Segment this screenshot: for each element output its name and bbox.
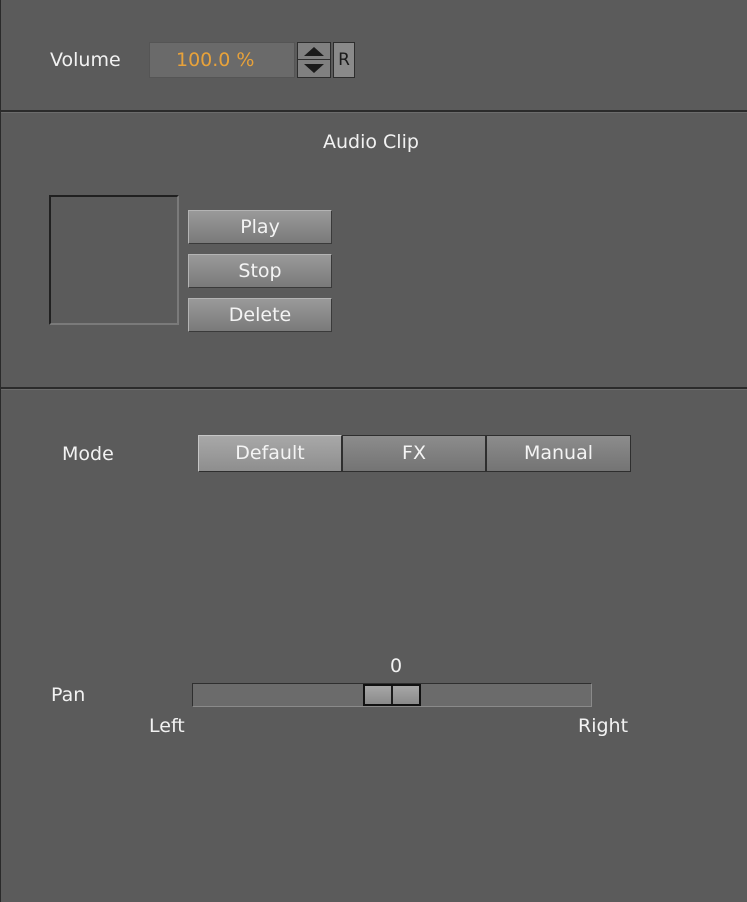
- delete-button[interactable]: Delete: [188, 298, 332, 332]
- section-divider: [1, 110, 747, 113]
- play-button[interactable]: Play: [188, 210, 332, 244]
- pan-right-label: Right: [578, 715, 629, 737]
- volume-value-field[interactable]: 100.0 %: [149, 42, 295, 78]
- triangle-down-icon: [304, 64, 324, 73]
- triangle-up-icon: [304, 46, 324, 56]
- volume-reset-button[interactable]: R: [333, 42, 355, 78]
- mode-label: Mode: [62, 443, 114, 465]
- stop-button[interactable]: Stop: [188, 254, 332, 288]
- pan-label: Pan: [51, 684, 86, 706]
- thumb-grip-icon: [391, 686, 393, 704]
- volume-label: Volume: [50, 49, 121, 71]
- spinner-up-button[interactable]: [298, 43, 330, 60]
- mode-option-default[interactable]: Default: [198, 435, 342, 472]
- mode-option-manual[interactable]: Manual: [486, 435, 631, 472]
- mode-option-fx[interactable]: FX: [342, 435, 486, 472]
- pan-slider-thumb[interactable]: [363, 684, 421, 706]
- pan-left-label: Left: [149, 715, 185, 737]
- audio-clip-title: Audio Clip: [323, 131, 419, 153]
- pan-value: 0: [390, 655, 403, 677]
- spinner-down-button[interactable]: [298, 60, 330, 77]
- section-divider: [1, 387, 747, 390]
- audio-clip-thumbnail[interactable]: [49, 195, 179, 325]
- volume-spinner[interactable]: [297, 42, 331, 78]
- audio-properties-panel: Volume 100.0 % R Audio Clip Play Stop De…: [0, 0, 747, 902]
